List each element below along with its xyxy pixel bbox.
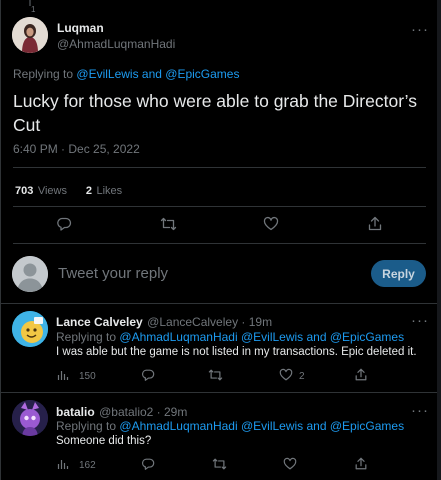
avatar-emoji: [12, 311, 48, 347]
retweet-icon[interactable]: [208, 368, 223, 382]
reply-replying-to: Replying to @AhmadLuqmanHadi @EvilLewis …: [56, 330, 404, 344]
views-count: 703: [15, 185, 34, 197]
composer-avatar: [12, 256, 48, 292]
divider: [13, 206, 426, 207]
likes-label[interactable]: Likes: [96, 185, 122, 197]
author-handle[interactable]: @AhmadLuqmanHadi: [57, 37, 175, 51]
divider: [13, 243, 426, 244]
avatar-batalio[interactable]: [12, 400, 48, 436]
views-count: 162: [79, 460, 96, 471]
reply-text: I was able but the game is not listed in…: [56, 346, 417, 358]
replying-prefix: Replying to: [56, 330, 117, 344]
tweet-stats: 703 Views 2 Likes: [15, 181, 122, 199]
more-icon[interactable]: ···: [411, 313, 429, 328]
author-name[interactable]: Luqman: [57, 21, 104, 35]
divider: [1, 303, 437, 304]
reply-input[interactable]: Tweet your reply: [58, 265, 168, 282]
replying-to-line: Replying to @EvilLewis and @EpicGames: [13, 67, 239, 81]
reply-author-handle[interactable]: @batalio2 · 29m: [99, 405, 187, 419]
more-icon[interactable]: ···: [411, 22, 429, 37]
reply-icon[interactable]: [141, 457, 155, 471]
share-icon[interactable]: [367, 215, 383, 232]
reply-text: Someone did this?: [56, 435, 152, 447]
divider: [13, 167, 426, 168]
divider: [1, 392, 437, 393]
replying-to-link[interactable]: @EvilLewis and @EpicGames: [76, 67, 239, 81]
avatar-portrait: [12, 17, 48, 53]
reply-icon[interactable]: [56, 216, 72, 232]
likes-count: 2: [299, 371, 305, 382]
more-icon[interactable]: ···: [411, 403, 429, 418]
avatar-character: [12, 400, 48, 436]
reply-button[interactable]: Reply: [371, 260, 426, 287]
retweet-icon[interactable]: [160, 216, 177, 232]
tweet-timestamp[interactable]: 6:40 PM · Dec 25, 2022: [13, 142, 140, 156]
likes-count[interactable]: 2: [86, 185, 92, 197]
replying-to-link[interactable]: @AhmadLuqmanHadi @EvilLewis and @EpicGam…: [119, 330, 404, 344]
views-icon[interactable]: [57, 369, 69, 381]
reply-author-handle[interactable]: @LanceCalveley · 19m: [147, 315, 272, 329]
retweet-icon[interactable]: [212, 457, 227, 471]
replying-to-link[interactable]: @AhmadLuqmanHadi @EvilLewis and @EpicGam…: [119, 419, 404, 433]
avatar-luqman[interactable]: [12, 17, 48, 53]
share-icon[interactable]: [354, 367, 368, 382]
reply-author-name[interactable]: batalio: [56, 405, 95, 419]
share-icon[interactable]: [354, 456, 368, 471]
reply-header: Lance Calveley @LanceCalveley · 19m: [56, 313, 272, 331]
views-count: 150: [79, 371, 96, 382]
like-icon[interactable]: [263, 216, 279, 232]
replying-prefix: Replying to: [13, 67, 74, 81]
like-icon[interactable]: [279, 368, 293, 382]
replying-prefix: Replying to: [56, 419, 117, 433]
tweet-text: Lucky for those who were able to grab th…: [13, 91, 418, 135]
views-icon[interactable]: [57, 458, 69, 470]
views-label: Views: [37, 185, 67, 197]
scrollbar[interactable]: [437, 0, 441, 480]
like-icon[interactable]: [283, 457, 297, 471]
avatar-lance-calveley[interactable]: [12, 311, 48, 347]
reply-icon[interactable]: [141, 368, 155, 382]
reply-author-name[interactable]: Lance Calveley: [56, 315, 143, 329]
thread-marker: 1: [31, 5, 36, 14]
reply-replying-to: Replying to @AhmadLuqmanHadi @EvilLewis …: [56, 419, 404, 433]
default-avatar-icon: [12, 256, 48, 292]
